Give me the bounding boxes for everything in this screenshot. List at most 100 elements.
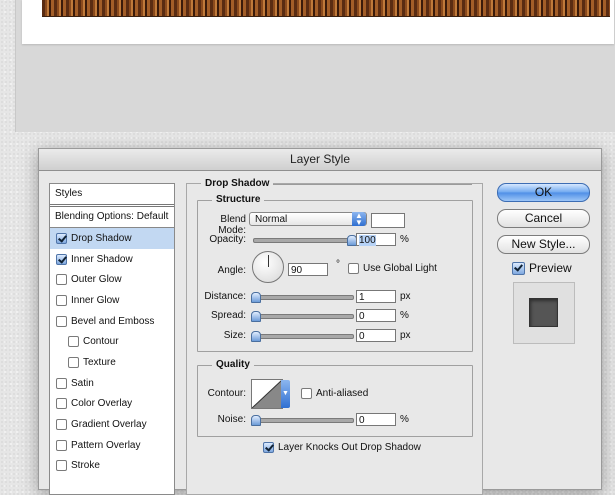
noise-unit: % bbox=[400, 414, 409, 425]
quality-title: Quality bbox=[212, 359, 254, 370]
style-item-checkbox[interactable] bbox=[56, 419, 67, 431]
structure-group: Structure Blend Mode: Normal ▲ ▼ Opacity:… bbox=[197, 194, 473, 352]
drop-shadow-section-title: Drop Shadow bbox=[201, 178, 274, 189]
document-image bbox=[42, 0, 610, 17]
preview-label: Preview bbox=[529, 261, 572, 275]
select-arrows-icon: ▲ ▼ bbox=[352, 212, 366, 227]
style-item-inner-shadow[interactable]: Inner Shadow bbox=[50, 249, 174, 270]
style-item-checkbox[interactable] bbox=[56, 294, 67, 306]
style-item-label: Stroke bbox=[71, 460, 100, 472]
style-item-stroke[interactable]: Stroke bbox=[50, 456, 174, 477]
style-item-label: Satin bbox=[71, 377, 94, 389]
angle-dial[interactable] bbox=[252, 251, 284, 283]
style-item-satin[interactable]: Satin bbox=[50, 373, 174, 394]
style-item-label: Color Overlay bbox=[71, 398, 133, 410]
spread-input[interactable]: 0 bbox=[356, 309, 396, 322]
size-label: Size: bbox=[223, 330, 246, 341]
spread-slider-thumb[interactable] bbox=[251, 311, 261, 322]
distance-input[interactable]: 1 bbox=[356, 290, 396, 303]
anti-aliased-box[interactable] bbox=[301, 388, 312, 399]
noise-label: Noise: bbox=[217, 414, 246, 425]
use-global-light-box[interactable] bbox=[348, 263, 359, 274]
contour-dropdown-arrow[interactable]: ▼ bbox=[281, 380, 290, 408]
style-item-checkbox[interactable] bbox=[56, 377, 67, 389]
use-global-light-label: Use Global Light bbox=[363, 263, 437, 274]
drop-shadow-panel: Drop Shadow Structure Blend Mode: Normal… bbox=[186, 178, 483, 495]
distance-slider-thumb[interactable] bbox=[251, 292, 261, 303]
style-item-label: Gradient Overlay bbox=[71, 419, 147, 431]
style-item-label: Bevel and Emboss bbox=[71, 315, 155, 327]
use-global-light-checkbox[interactable]: Use Global Light bbox=[348, 263, 437, 274]
distance-unit: px bbox=[400, 291, 411, 302]
style-item-checkbox[interactable] bbox=[56, 232, 67, 244]
opacity-input[interactable]: 100 bbox=[356, 233, 396, 246]
style-item-label: Inner Shadow bbox=[71, 253, 133, 265]
size-slider-thumb[interactable] bbox=[251, 331, 261, 342]
size-input[interactable]: 0 bbox=[356, 329, 396, 342]
angle-label: Angle: bbox=[217, 265, 246, 276]
section-divider bbox=[273, 184, 472, 185]
preview-box[interactable] bbox=[512, 261, 525, 275]
style-item-checkbox[interactable] bbox=[68, 336, 79, 348]
cancel-button[interactable]: Cancel bbox=[497, 209, 590, 228]
structure-title: Structure bbox=[212, 194, 265, 205]
style-item-color-overlay[interactable]: Color Overlay bbox=[50, 394, 174, 415]
style-item-inner-glow[interactable]: Inner Glow bbox=[50, 290, 174, 311]
style-item-bevel-and-emboss[interactable]: Bevel and Emboss bbox=[50, 311, 174, 332]
style-item-outer-glow[interactable]: Outer Glow bbox=[50, 269, 174, 290]
layer-knocks-out-box[interactable] bbox=[263, 442, 274, 453]
style-item-label: Drop Shadow bbox=[71, 232, 132, 244]
noise-slider-thumb[interactable] bbox=[251, 415, 261, 426]
styles-list: Styles Blending Options: Default Drop Sh… bbox=[49, 183, 175, 495]
noise-input[interactable]: 0 bbox=[356, 413, 396, 426]
style-item-pattern-overlay[interactable]: Pattern Overlay bbox=[50, 435, 174, 456]
distance-slider[interactable] bbox=[251, 292, 354, 303]
style-item-checkbox[interactable] bbox=[56, 460, 67, 472]
blending-options-item[interactable]: Blending Options: Default bbox=[50, 207, 174, 228]
angle-needle bbox=[268, 255, 269, 267]
style-item-contour[interactable]: Contour bbox=[50, 331, 174, 352]
style-item-checkbox[interactable] bbox=[56, 315, 67, 327]
layer-knocks-out-label: Layer Knocks Out Drop Shadow bbox=[278, 442, 421, 453]
angle-unit: ° bbox=[336, 259, 340, 270]
style-item-checkbox[interactable] bbox=[56, 253, 67, 265]
dialog-title: Layer Style bbox=[39, 149, 601, 171]
opacity-label: Opacity: bbox=[209, 234, 246, 245]
blend-mode-value: Normal bbox=[255, 214, 288, 225]
noise-slider[interactable] bbox=[251, 415, 354, 426]
contour-curve-icon bbox=[252, 380, 282, 408]
ok-button[interactable]: OK bbox=[497, 183, 590, 202]
size-unit: px bbox=[400, 330, 411, 341]
style-item-label: Outer Glow bbox=[71, 274, 122, 286]
angle-input[interactable]: 90 bbox=[288, 263, 328, 276]
style-preview bbox=[513, 282, 575, 344]
spread-unit: % bbox=[400, 310, 409, 321]
preview-swatch bbox=[529, 298, 558, 327]
style-item-texture[interactable]: Texture bbox=[50, 352, 174, 373]
shadow-color-swatch[interactable] bbox=[371, 213, 405, 228]
style-item-label: Inner Glow bbox=[71, 294, 120, 306]
contour-picker[interactable] bbox=[251, 379, 283, 409]
contour-label: Contour: bbox=[207, 388, 246, 399]
blend-mode-label: Blend Mode: bbox=[218, 214, 246, 236]
style-item-checkbox[interactable] bbox=[68, 356, 79, 368]
new-style-button[interactable]: New Style... bbox=[497, 235, 590, 254]
style-item-checkbox[interactable] bbox=[56, 398, 67, 410]
layer-knocks-out-checkbox[interactable]: Layer Knocks Out Drop Shadow bbox=[263, 442, 421, 453]
opacity-slider[interactable] bbox=[253, 235, 357, 246]
anti-aliased-checkbox[interactable]: Anti-aliased bbox=[301, 388, 368, 399]
quality-group: Quality Contour: ▼ Anti-aliased Noise: 0… bbox=[197, 359, 473, 437]
style-item-checkbox[interactable] bbox=[56, 274, 67, 286]
anti-aliased-label: Anti-aliased bbox=[316, 388, 369, 399]
style-item-checkbox[interactable] bbox=[56, 439, 67, 451]
size-slider[interactable] bbox=[251, 331, 354, 342]
layer-style-dialog: Layer Style Styles Blending Options: Def… bbox=[38, 148, 602, 495]
opacity-unit: % bbox=[400, 234, 409, 245]
preview-checkbox[interactable]: Preview bbox=[512, 261, 572, 275]
blend-mode-select[interactable]: Normal ▲ ▼ bbox=[249, 212, 367, 227]
styles-header[interactable]: Styles bbox=[50, 184, 174, 207]
style-item-gradient-overlay[interactable]: Gradient Overlay bbox=[50, 414, 174, 435]
spread-slider[interactable] bbox=[251, 311, 354, 322]
style-item-drop-shadow[interactable]: Drop Shadow bbox=[50, 228, 174, 249]
spread-label: Spread: bbox=[210, 310, 246, 321]
